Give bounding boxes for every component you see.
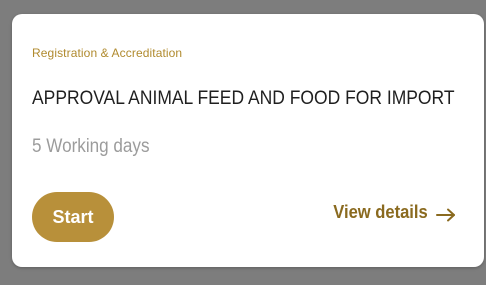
service-card: Registration & Accreditation APPROVAL AN…	[12, 14, 484, 267]
service-title: APPROVAL ANIMAL FEED AND FOOD FOR IMPORT	[32, 88, 455, 109]
arrow-right-icon	[436, 206, 456, 221]
view-details-label: View details	[333, 202, 428, 222]
service-category: Registration & Accreditation	[32, 46, 183, 60]
service-duration: 5 Working days	[32, 136, 150, 157]
start-button[interactable]: Start	[32, 192, 114, 242]
view-details-link[interactable]: View details	[325, 202, 456, 223]
